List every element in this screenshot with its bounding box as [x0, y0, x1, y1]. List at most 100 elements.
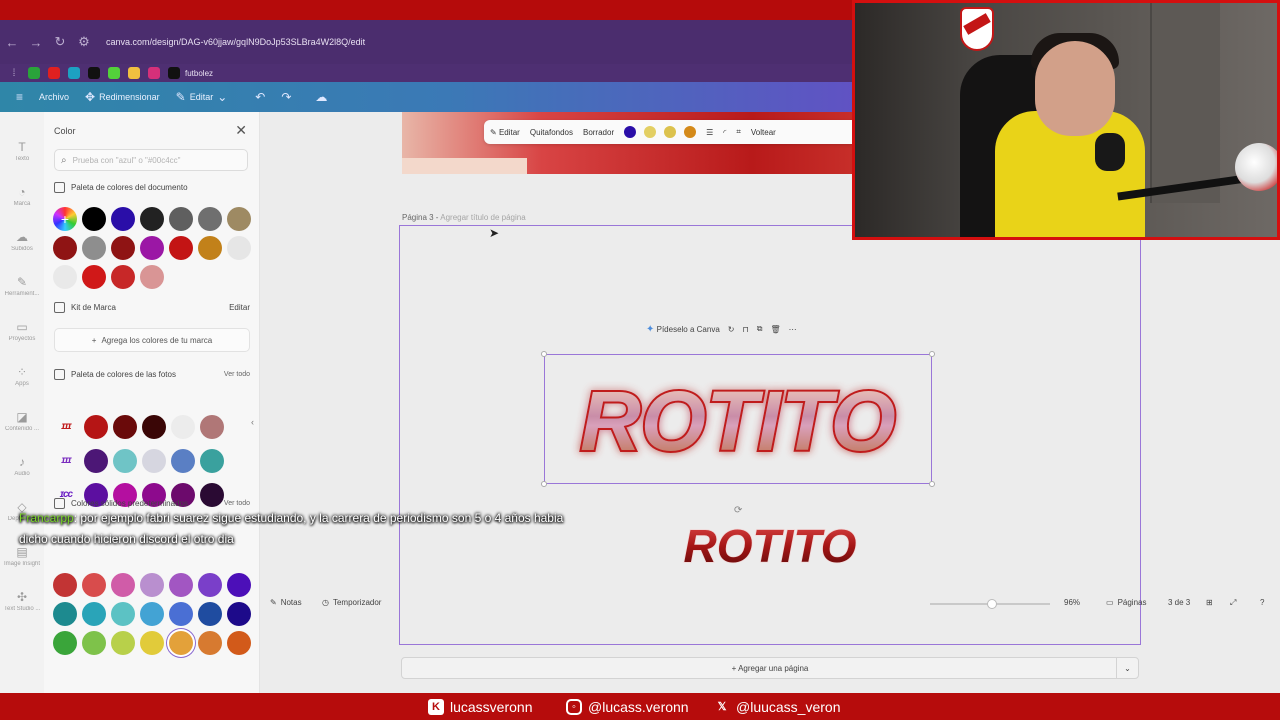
image-color-swatch[interactable]	[664, 126, 677, 138]
image-color-swatch[interactable]	[684, 126, 697, 138]
photo-thumbnail[interactable]: ɪɪɪ	[53, 449, 79, 471]
reload-icon[interactable]: ↻	[48, 30, 72, 54]
color-swatch[interactable]	[82, 236, 106, 260]
browser-bookmark-icon[interactable]	[68, 67, 80, 79]
rotate-handle-icon[interactable]: ⟳	[734, 505, 742, 516]
file-menu[interactable]: Archivo	[39, 92, 69, 102]
resize-handle[interactable]	[929, 481, 935, 487]
crop-icon[interactable]: ⌗	[736, 127, 741, 137]
color-swatch[interactable]	[198, 236, 222, 260]
color-swatch[interactable]	[142, 449, 166, 473]
duplicate-icon[interactable]: ⧉	[757, 324, 763, 334]
color-swatch[interactable]	[82, 207, 106, 231]
color-swatch[interactable]	[198, 602, 222, 626]
color-swatch[interactable]	[82, 602, 106, 626]
refresh-icon[interactable]: ↻	[728, 325, 735, 334]
color-swatch[interactable]	[113, 415, 137, 439]
color-swatch[interactable]	[53, 265, 77, 289]
more-icon[interactable]: ⋯	[789, 325, 797, 334]
url-text[interactable]: canva.com/design/DAG-v60jjaw/gqlN9DoJp53…	[106, 37, 365, 47]
color-swatch[interactable]	[111, 236, 135, 260]
color-swatch[interactable]	[82, 631, 106, 655]
lines-icon[interactable]: ☰	[706, 128, 713, 137]
color-swatch[interactable]	[53, 631, 77, 655]
photo-thumbnail[interactable]: ɪɪɪ	[53, 415, 79, 437]
edit-menu[interactable]: ✎ Editar ⌄	[176, 90, 228, 104]
x-bookmark-icon[interactable]	[168, 67, 180, 79]
apps-grid-icon[interactable]: ⁞	[8, 67, 20, 79]
color-swatch[interactable]	[140, 602, 164, 626]
edit-image-button[interactable]: ✎ Editar	[490, 128, 520, 137]
color-swatch[interactable]	[227, 602, 251, 626]
image-color-swatch[interactable]	[644, 126, 657, 138]
rail-item[interactable]: ☁ Subidos	[4, 230, 40, 252]
color-swatch[interactable]	[198, 207, 222, 231]
resize-handle[interactable]	[929, 351, 935, 357]
color-swatch[interactable]	[84, 449, 108, 473]
rail-item[interactable]: T Texto	[4, 140, 40, 162]
color-swatch[interactable]	[227, 236, 251, 260]
image-color-swatch[interactable]	[624, 126, 637, 138]
resize-handle[interactable]	[541, 351, 547, 357]
color-swatch[interactable]	[140, 265, 164, 289]
notes-button[interactable]: ✎ Notas	[270, 598, 302, 607]
fullscreen-icon[interactable]: ⤢	[1230, 598, 1236, 608]
color-swatch[interactable]	[53, 602, 77, 626]
chevron-left-icon[interactable]: ‹	[251, 417, 254, 427]
color-swatch[interactable]	[169, 207, 193, 231]
flip-button[interactable]: Voltear	[751, 128, 776, 137]
color-swatch[interactable]	[169, 573, 193, 597]
color-swatch[interactable]	[140, 207, 164, 231]
color-search-input[interactable]: ⌕ Prueba con "azul" o "#00c4cc"	[54, 149, 248, 171]
color-swatch[interactable]	[84, 415, 108, 439]
zoom-slider-knob[interactable]	[987, 599, 998, 609]
back-icon[interactable]: ←	[0, 30, 24, 54]
rail-item[interactable]: ▭ Proyectos	[4, 320, 40, 342]
rail-item[interactable]: ◪ Contenido ...	[4, 410, 40, 432]
add-page-button[interactable]: + Agregar una página ⌄	[401, 657, 1139, 679]
color-swatch[interactable]	[171, 415, 195, 439]
color-swatch[interactable]	[53, 573, 77, 597]
whatsapp-bookmark-icon[interactable]	[28, 67, 40, 79]
color-swatch[interactable]	[198, 573, 222, 597]
color-swatch[interactable]	[140, 573, 164, 597]
help-icon[interactable]: ?	[1260, 598, 1264, 607]
rail-item[interactable]: ⁘ Apps	[4, 365, 40, 387]
page-count[interactable]: 3 de 3	[1168, 598, 1190, 607]
bg-remover-button[interactable]: Quitafondos	[530, 128, 573, 137]
pages-button[interactable]: ▭ Páginas	[1106, 598, 1146, 607]
add-brand-colors-button[interactable]: + Agrega los colores de tu marca	[54, 328, 250, 352]
resize-menu[interactable]: ✥ Redimensionar	[85, 90, 160, 104]
color-swatch[interactable]	[140, 631, 164, 655]
resize-handle[interactable]	[541, 481, 547, 487]
color-swatch[interactable]	[111, 602, 135, 626]
lock-icon[interactable]: ⊓	[742, 325, 748, 334]
tiktok-bookmark-icon[interactable]	[88, 67, 100, 79]
color-swatch[interactable]	[200, 415, 224, 439]
color-swatch[interactable]	[227, 631, 251, 655]
color-swatch[interactable]	[169, 631, 193, 655]
page-title-input[interactable]: Agregar título de página	[440, 213, 525, 222]
color-swatch[interactable]	[82, 573, 106, 597]
chevron-down-icon[interactable]: ⌄	[1116, 658, 1138, 678]
grid-view-icon[interactable]: ⊞	[1206, 598, 1213, 607]
trash-icon[interactable]: 🗑	[770, 325, 780, 334]
color-swatch[interactable]	[111, 265, 135, 289]
add-color-icon[interactable]: +	[53, 207, 77, 231]
brand-kit-edit-link[interactable]: Editar	[229, 303, 250, 312]
photo-palette-see-all[interactable]: Ver todo	[224, 371, 250, 378]
timer-button[interactable]: ◷ Temporizador	[322, 598, 381, 607]
color-swatch[interactable]	[111, 631, 135, 655]
color-swatch[interactable]	[140, 236, 164, 260]
rail-item[interactable]: ✎ Herramient...	[4, 275, 40, 297]
hamburger-icon[interactable]: ≡	[16, 90, 23, 104]
eraser-button[interactable]: Borrador	[583, 128, 614, 137]
color-swatch[interactable]	[142, 415, 166, 439]
color-swatch[interactable]	[171, 449, 195, 473]
rail-item[interactable]: ✣ Text Studio ...	[4, 590, 40, 612]
rail-item[interactable]: ♪ Audio	[4, 455, 40, 477]
forward-icon[interactable]: →	[24, 30, 48, 54]
folder-bookmark-icon[interactable]	[128, 67, 140, 79]
color-swatch[interactable]	[169, 236, 193, 260]
color-swatch[interactable]	[169, 602, 193, 626]
